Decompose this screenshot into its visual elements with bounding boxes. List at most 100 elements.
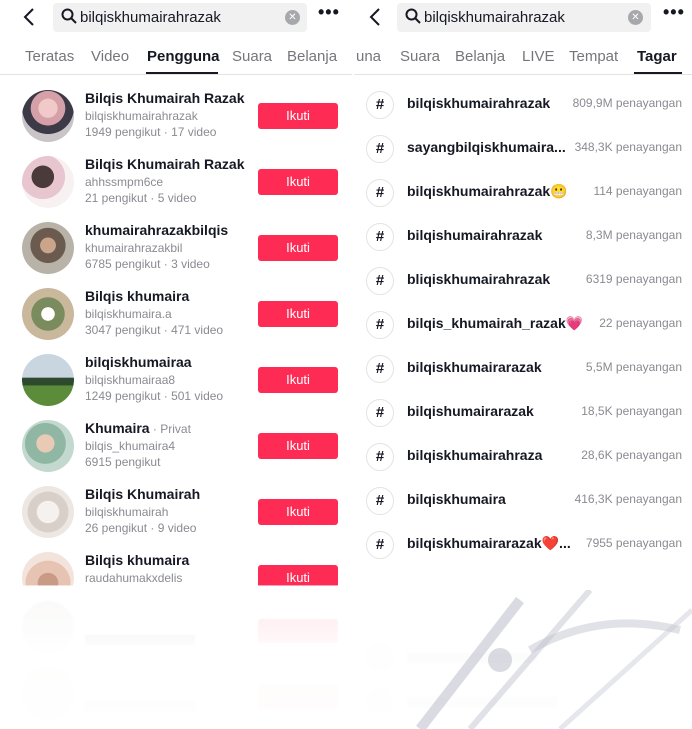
avatar bbox=[22, 486, 74, 538]
tab-live[interactable]: LIVE bbox=[522, 48, 555, 65]
search-icon bbox=[405, 8, 421, 24]
tab-pengguna[interactable]: Pengguna bbox=[147, 48, 220, 65]
hashtag-row[interactable]: # bilqiskhumairahrazak 809,9M penayangan bbox=[354, 84, 692, 124]
user-handle: khumairahrazakbil bbox=[85, 241, 183, 255]
tab-pengguna[interactable]: una bbox=[356, 48, 381, 65]
hashtag-name: sayangbilqiskhumaira... bbox=[407, 139, 566, 155]
user-stats: 26 pengikut · 9 video bbox=[85, 521, 197, 535]
search-tabs: Teratas Video Pengguna Suara Belanja bbox=[0, 38, 352, 75]
search-input[interactable]: bilqiskhumairahrazak ✕ bbox=[397, 3, 651, 32]
more-icon[interactable]: ••• bbox=[663, 2, 685, 23]
hashtag-row[interactable]: # sayangbilqiskhumaira... 348,3K penayan… bbox=[354, 128, 692, 168]
back-button[interactable] bbox=[364, 4, 386, 28]
user-handle: bilqiskhumairaa8 bbox=[85, 373, 176, 387]
user-result-row[interactable]: Bilqis Khumairah bilqiskhumairah 26 peng… bbox=[0, 484, 352, 550]
search-input[interactable]: bilqiskhumairahrazak ✕ bbox=[53, 3, 307, 32]
avatar bbox=[22, 90, 74, 142]
tab-suara[interactable]: Suara bbox=[232, 48, 272, 65]
hashtag-icon: # bbox=[366, 311, 394, 339]
user-handle: ahhssmpm6ce bbox=[85, 175, 164, 189]
hashtag-name: bilqishumairahrazak bbox=[407, 227, 543, 243]
user-name-text: Khumaira bbox=[85, 420, 150, 436]
hashtag-icon: # bbox=[366, 135, 394, 163]
chevron-left-icon bbox=[369, 8, 380, 26]
hashtag-name: bilqishumairarazak bbox=[407, 403, 534, 419]
tab-suara[interactable]: Suara bbox=[400, 48, 440, 65]
hashtag-row[interactable]: # bilqiskhumairarazak❤️... 7955 penayang… bbox=[354, 524, 692, 564]
hashtag-views: 28,6K penayangan bbox=[581, 448, 682, 462]
clear-icon[interactable]: ✕ bbox=[628, 10, 643, 25]
hashtag-icon: # bbox=[366, 531, 394, 559]
hashtag-views: 809,9M penayangan bbox=[572, 96, 682, 110]
hashtag-name: bilqiskhumaira bbox=[407, 491, 506, 507]
hashtag-row[interactable]: # bilqiskhumairahraza 28,6K penayangan bbox=[354, 436, 692, 476]
tab-belanja[interactable]: Belanja bbox=[287, 48, 337, 65]
tab-video[interactable]: Video bbox=[91, 48, 129, 65]
avatar bbox=[22, 420, 74, 472]
avatar bbox=[22, 222, 74, 274]
avatar bbox=[22, 552, 74, 586]
hashtag-icon: # bbox=[366, 267, 394, 295]
user-result-row[interactable]: Bilqis khumaira raudahumakxdelis Ikuti bbox=[0, 550, 352, 586]
hashtag-name: bliqiskhumairahrazak bbox=[407, 271, 551, 287]
hashtag-name: bilqiskhumairahrazak bbox=[407, 95, 551, 111]
hashtag-icon: # bbox=[366, 487, 394, 515]
follow-button[interactable]: Ikuti bbox=[258, 433, 338, 459]
user-result-row[interactable]: Bilqis khumaira bilqiskhumaira.a 3047 pe… bbox=[0, 286, 352, 352]
hashtag-views: 348,3K penayangan bbox=[574, 140, 682, 154]
follow-button[interactable]: Ikuti bbox=[258, 169, 338, 195]
user-name: Bilqis Khumairah bbox=[85, 486, 201, 502]
private-label: · Privat bbox=[149, 422, 191, 436]
user-result-row[interactable]: khumairahrazakbilqis khumairahrazakbil 6… bbox=[0, 220, 352, 286]
user-stats: 21 pengikut · 5 video bbox=[85, 191, 197, 205]
hashtag-row[interactable]: # bilqiskhumairarazak 5,5M penayangan bbox=[354, 348, 692, 388]
follow-button[interactable]: Ikuti bbox=[258, 301, 338, 327]
user-result-row[interactable]: Bilqis Khumairah Razak ahhssmpm6ce 21 pe… bbox=[0, 154, 352, 220]
hashtag-name: bilqis_khumairah_razak💗 bbox=[407, 315, 584, 331]
user-name: Khumaira · Privat bbox=[85, 420, 191, 436]
tab-teratas[interactable]: Teratas bbox=[25, 48, 74, 65]
search-bar: bilqiskhumairahrazak ✕ ••• bbox=[0, 0, 352, 34]
hashtag-row[interactable]: # bilqis_khumairah_razak💗 22 penayangan bbox=[354, 304, 692, 344]
hashtag-row[interactable]: # bliqiskhumairahrazak 6319 penayangan bbox=[354, 260, 692, 300]
user-stats: 1249 pengikut · 501 video bbox=[85, 389, 224, 403]
tab-belanja[interactable]: Belanja bbox=[455, 48, 505, 65]
follow-button[interactable]: Ikuti bbox=[258, 367, 338, 393]
user-result-row[interactable]: Bilqis Khumairah Razak bilqiskhumairahra… bbox=[0, 88, 352, 154]
tab-tempat[interactable]: Tempat bbox=[569, 48, 618, 65]
user-result-row[interactable]: Khumaira · Privat bilqis_khumaira4 6915 … bbox=[0, 418, 352, 484]
search-tabs: una Suara Belanja LIVE Tempat Tagar bbox=[354, 38, 692, 75]
follow-button[interactable]: Ikuti bbox=[258, 103, 338, 129]
hashtag-row[interactable]: # bilqishumairahrazak 8,3M penayangan bbox=[354, 216, 692, 256]
hashtag-icon: # bbox=[366, 399, 394, 427]
hashtag-name: bilqiskhumairahrazak😬 bbox=[407, 183, 568, 199]
follow-button[interactable]: Ikuti bbox=[258, 499, 338, 525]
user-name: Bilqis Khumairah Razak bbox=[85, 156, 245, 172]
hashtag-row[interactable]: # bilqiskhumairahrazak😬 114 penayangan bbox=[354, 172, 692, 212]
hashtag-name: bilqiskhumairarazak❤️... bbox=[407, 535, 571, 551]
user-handle: raudahumakxdelis bbox=[85, 571, 183, 585]
hashtag-row[interactable]: # bilqishumairarazak 18,5K penayangan bbox=[354, 392, 692, 432]
hashtag-views: 114 penayangan bbox=[593, 184, 682, 198]
user-name: Bilqis Khumairah Razak bbox=[85, 90, 245, 106]
hashtag-icon: # bbox=[366, 179, 394, 207]
user-name: Bilqis khumaira bbox=[85, 552, 190, 568]
more-icon[interactable]: ••• bbox=[318, 2, 340, 23]
hashtag-icon: # bbox=[366, 443, 394, 471]
hashtag-icon: # bbox=[366, 355, 394, 383]
user-handle: bilqiskhumairahrazak bbox=[85, 109, 198, 123]
hashtag-row[interactable]: # bilqiskhumaira 416,3K penayangan bbox=[354, 480, 692, 520]
clear-icon[interactable]: ✕ bbox=[285, 10, 300, 25]
chevron-left-icon bbox=[23, 8, 34, 26]
follow-button[interactable]: Ikuti bbox=[258, 565, 338, 586]
user-stats: 3047 pengikut · 471 video bbox=[85, 323, 224, 337]
hashtag-name: bilqiskhumairarazak bbox=[407, 359, 542, 375]
tab-tagar[interactable]: Tagar bbox=[637, 48, 677, 65]
hashtag-views: 22 penayangan bbox=[599, 316, 682, 330]
user-name: Bilqis khumaira bbox=[85, 288, 190, 304]
active-tab-indicator bbox=[634, 72, 682, 74]
avatar bbox=[22, 354, 74, 406]
back-button[interactable] bbox=[18, 4, 40, 28]
follow-button[interactable]: Ikuti bbox=[258, 235, 338, 261]
user-result-row[interactable]: bilqiskhumairaa bilqiskhumairaa8 1249 pe… bbox=[0, 352, 352, 418]
